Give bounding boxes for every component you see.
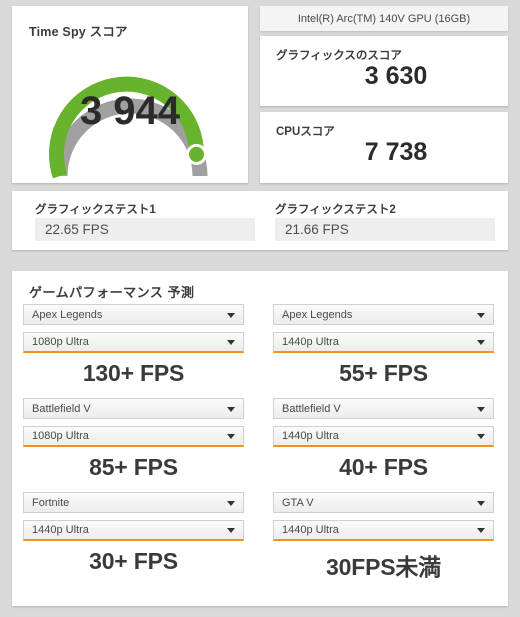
preset-select[interactable]: 1080p Ultra [23,426,244,447]
chevron-down-icon [227,406,235,412]
graphics-score-card: グラフィックスのスコア 3 630 [260,36,508,106]
game-select[interactable]: Battlefield V [273,398,494,419]
gpu-name-label: Intel(R) Arc(TM) 140V GPU (16GB) [297,12,471,25]
game-column-left: Apex Legends 1080p Ultra 130+ FPS Battle… [23,304,244,586]
cpu-score-card: CPUスコア 7 738 [260,112,508,183]
game-select[interactable]: Battlefield V [23,398,244,419]
chevron-down-icon [227,528,235,533]
game-select-label: Battlefield V [32,402,91,415]
preset-select[interactable]: 1440p Ultra [273,426,494,447]
time-spy-score-card: Time Spy スコア 3 944 [12,6,248,183]
fps-result: 130+ FPS [82,360,185,386]
fps-result: 55+ FPS [339,360,428,386]
preset-select-label: 1440p Ultra [282,524,339,536]
preset-select-label: 1440p Ultra [282,430,339,442]
game-column-right: Apex Legends 1440p Ultra 55+ FPS Battlef… [273,304,494,593]
preset-select[interactable]: 1080p Ultra [23,332,244,353]
game-select-label: GTA V [282,496,314,509]
chevron-down-icon [477,528,485,533]
game-block: Apex Legends 1080p Ultra 130+ FPS [23,304,244,387]
game-block: Battlefield V 1080p Ultra 85+ FPS [23,398,244,481]
cpu-score-value: 7 738 [364,138,428,166]
gauge-marker-dot [189,146,204,162]
chevron-down-icon [477,340,485,345]
chevron-down-icon [227,500,235,506]
game-select[interactable]: Apex Legends [23,304,244,325]
gpu-name-header: Intel(R) Arc(TM) 140V GPU (16GB) [260,6,508,31]
preset-select-label: 1440p Ultra [32,524,89,536]
game-select[interactable]: GTA V [273,492,494,513]
game-performance-title: ゲームパフォーマンス 予測 [29,285,195,300]
graphics-test-1-label: グラフィックステスト1 [35,204,156,216]
chevron-down-icon [477,434,485,439]
preset-select[interactable]: 1440p Ultra [23,520,244,541]
chevron-down-icon [227,434,235,439]
fps-result: 85+ FPS [89,454,178,480]
preset-select-label: 1080p Ultra [32,430,89,442]
game-block: Fortnite 1440p Ultra 30+ FPS [23,492,244,575]
chevron-down-icon [227,312,235,318]
fps-result: 30FPS未満 [326,554,441,580]
game-select-label: Fortnite [32,496,70,509]
game-block: GTA V 1440p Ultra 30FPS未満 [273,492,494,582]
graphics-score-label: グラフィックスのスコア [276,50,402,62]
preset-select-label: 1080p Ultra [32,336,89,348]
game-performance-card: ゲームパフォーマンス 予測 Apex Legends 1080p Ultra 1… [12,271,508,606]
preset-select[interactable]: 1440p Ultra [273,332,494,353]
cpu-score-label: CPUスコア [276,126,335,138]
chevron-down-icon [477,500,485,506]
graphics-test-2-label: グラフィックステスト2 [275,204,396,216]
graphics-test-2-value: 21.66 FPS [275,218,495,241]
chevron-down-icon [477,312,485,318]
graphics-score-value: 3 630 [364,62,428,90]
game-block: Apex Legends 1440p Ultra 55+ FPS [273,304,494,387]
chevron-down-icon [477,406,485,412]
fps-result: 30+ FPS [89,548,178,574]
preset-select[interactable]: 1440p Ultra [273,520,494,541]
game-block: Battlefield V 1440p Ultra 40+ FPS [273,398,494,481]
time-spy-score-value: 3 944 [79,89,181,133]
graphics-test-1-value: 22.65 FPS [35,218,255,241]
game-select-label: Apex Legends [282,308,353,321]
graphics-tests-card: グラフィックステスト1 22.65 FPS グラフィックステスト2 21.66 … [12,191,508,250]
chevron-down-icon [227,340,235,345]
game-select[interactable]: Fortnite [23,492,244,513]
game-select-label: Apex Legends [32,308,103,321]
game-select[interactable]: Apex Legends [273,304,494,325]
fps-result: 40+ FPS [339,454,428,480]
preset-select-label: 1440p Ultra [282,336,339,348]
game-select-label: Battlefield V [282,402,341,415]
